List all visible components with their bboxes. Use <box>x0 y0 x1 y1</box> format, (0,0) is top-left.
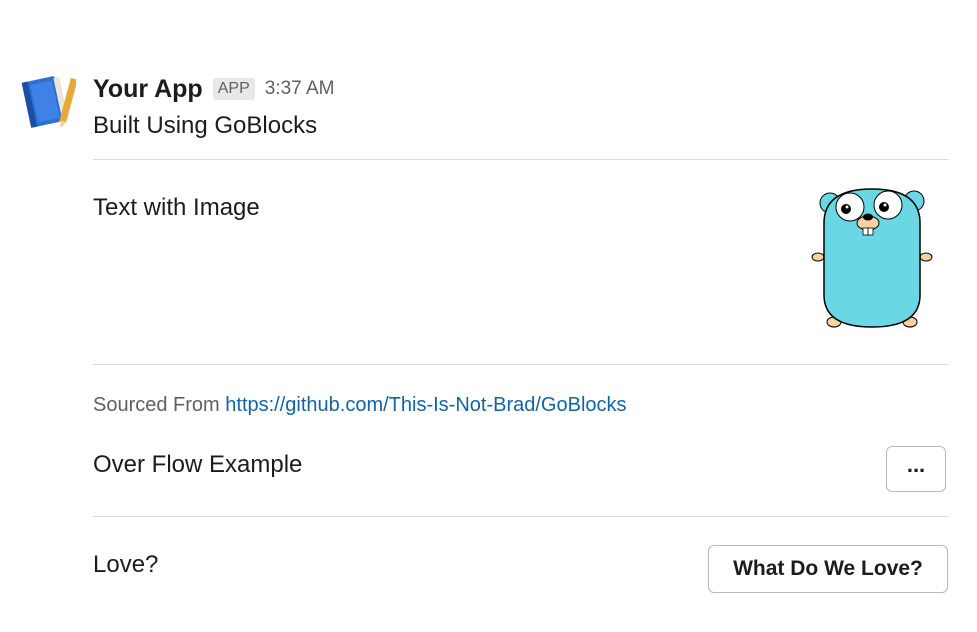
section-image-text: Text with Image <box>93 194 260 221</box>
message-timestamp[interactable]: 3:37 AM <box>265 78 335 100</box>
message-text: Built Using GoBlocks <box>93 112 318 139</box>
app-badge: APP <box>212 78 255 100</box>
what-do-we-love-button[interactable]: What Do We Love? <box>708 545 948 593</box>
message-header: Your App APP 3:37 AM <box>93 72 334 106</box>
app-avatar-book-icon[interactable] <box>18 72 78 130</box>
app-name[interactable]: Your App <box>93 75 203 104</box>
source-link[interactable]: https://github.com/This-Is-Not-Brad/GoBl… <box>225 394 626 416</box>
context-block: Sourced From https://github.com/This-Is-… <box>93 394 627 417</box>
divider <box>93 159 949 160</box>
overflow-section-text: Over Flow Example <box>93 451 303 478</box>
gopher-image <box>810 183 934 343</box>
love-section-text: Love? <box>93 551 159 578</box>
divider <box>93 516 949 517</box>
overflow-menu-button[interactable]: ... <box>886 446 946 492</box>
divider <box>93 364 949 365</box>
context-prefix: Sourced From <box>93 394 226 416</box>
